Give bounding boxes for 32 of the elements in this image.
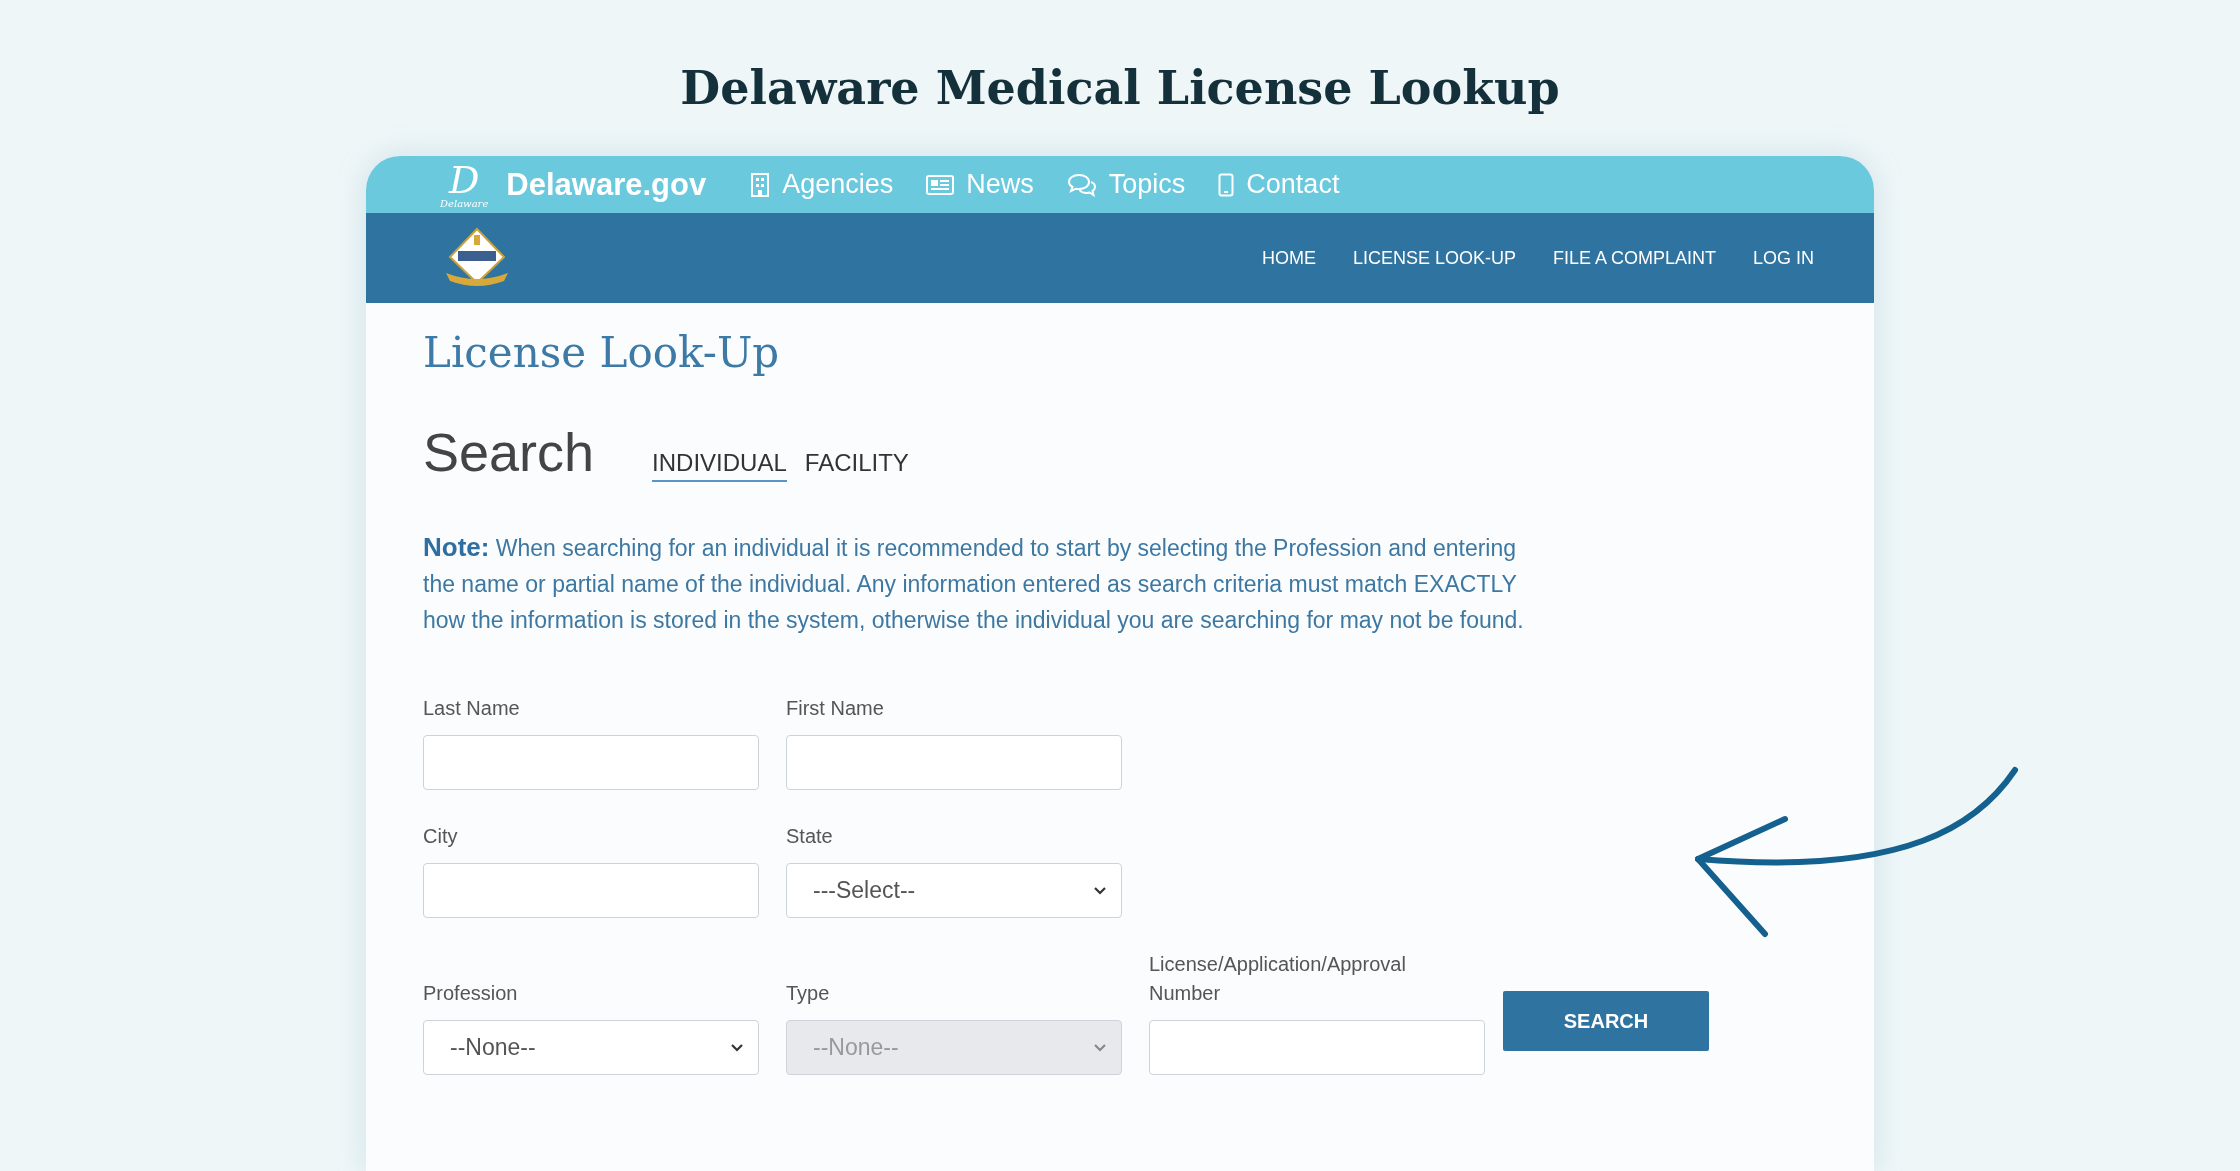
chat-bubbles-icon [1066, 172, 1097, 197]
text-field[interactable] [786, 735, 1122, 790]
text-field[interactable] [423, 735, 759, 790]
search-title: Search [423, 421, 595, 483]
search-button[interactable]: SEARCH [1503, 991, 1709, 1051]
nav-link[interactable]: LOG IN [1753, 247, 1814, 269]
search-tab[interactable]: FACILITY [804, 449, 909, 482]
field-label: License/Application/Approval Number [1149, 952, 1407, 1006]
nav-link[interactable]: HOME [1261, 247, 1316, 269]
field-label: Last Name [423, 696, 521, 721]
note-text: Note: When searching for an individual it is recommended to start by selecting the Profession and entering the name or partial name of the individual. Any information entered as search criteria must match EXACTLY how the information is stored in the system, otherwise the individual you are searching for may not be found. [423, 531, 1525, 635]
nav-link[interactable]: FILE A COMPLAINT [1552, 247, 1716, 269]
chevron-down-icon [730, 1042, 744, 1053]
select-dropdown[interactable]: ---Select-- [786, 863, 1122, 918]
newspaper-icon [926, 174, 955, 195]
field-label: State [786, 824, 834, 849]
text-field[interactable] [1149, 1020, 1485, 1075]
script-d-logo-icon: D Delaware [440, 160, 489, 209]
nav-link[interactable]: LICENSE LOOK-UP [1352, 247, 1516, 269]
field-label: Type [786, 981, 831, 1006]
phone-icon [1218, 172, 1235, 197]
chevron-down-icon [1093, 1042, 1107, 1053]
building-icon [750, 172, 771, 197]
field-label: Profession [423, 981, 519, 1006]
chevron-down-icon [1093, 885, 1107, 896]
field-label: City [423, 824, 459, 849]
page-title: License Look-Up [423, 327, 781, 379]
field-label: First Name [786, 696, 885, 721]
select-dropdown[interactable]: --None-- [423, 1020, 759, 1075]
text-field[interactable] [423, 863, 759, 918]
search-tab[interactable]: INDIVIDUAL [652, 449, 787, 482]
page-heading: Delaware Medical License Lookup [680, 60, 1560, 117]
